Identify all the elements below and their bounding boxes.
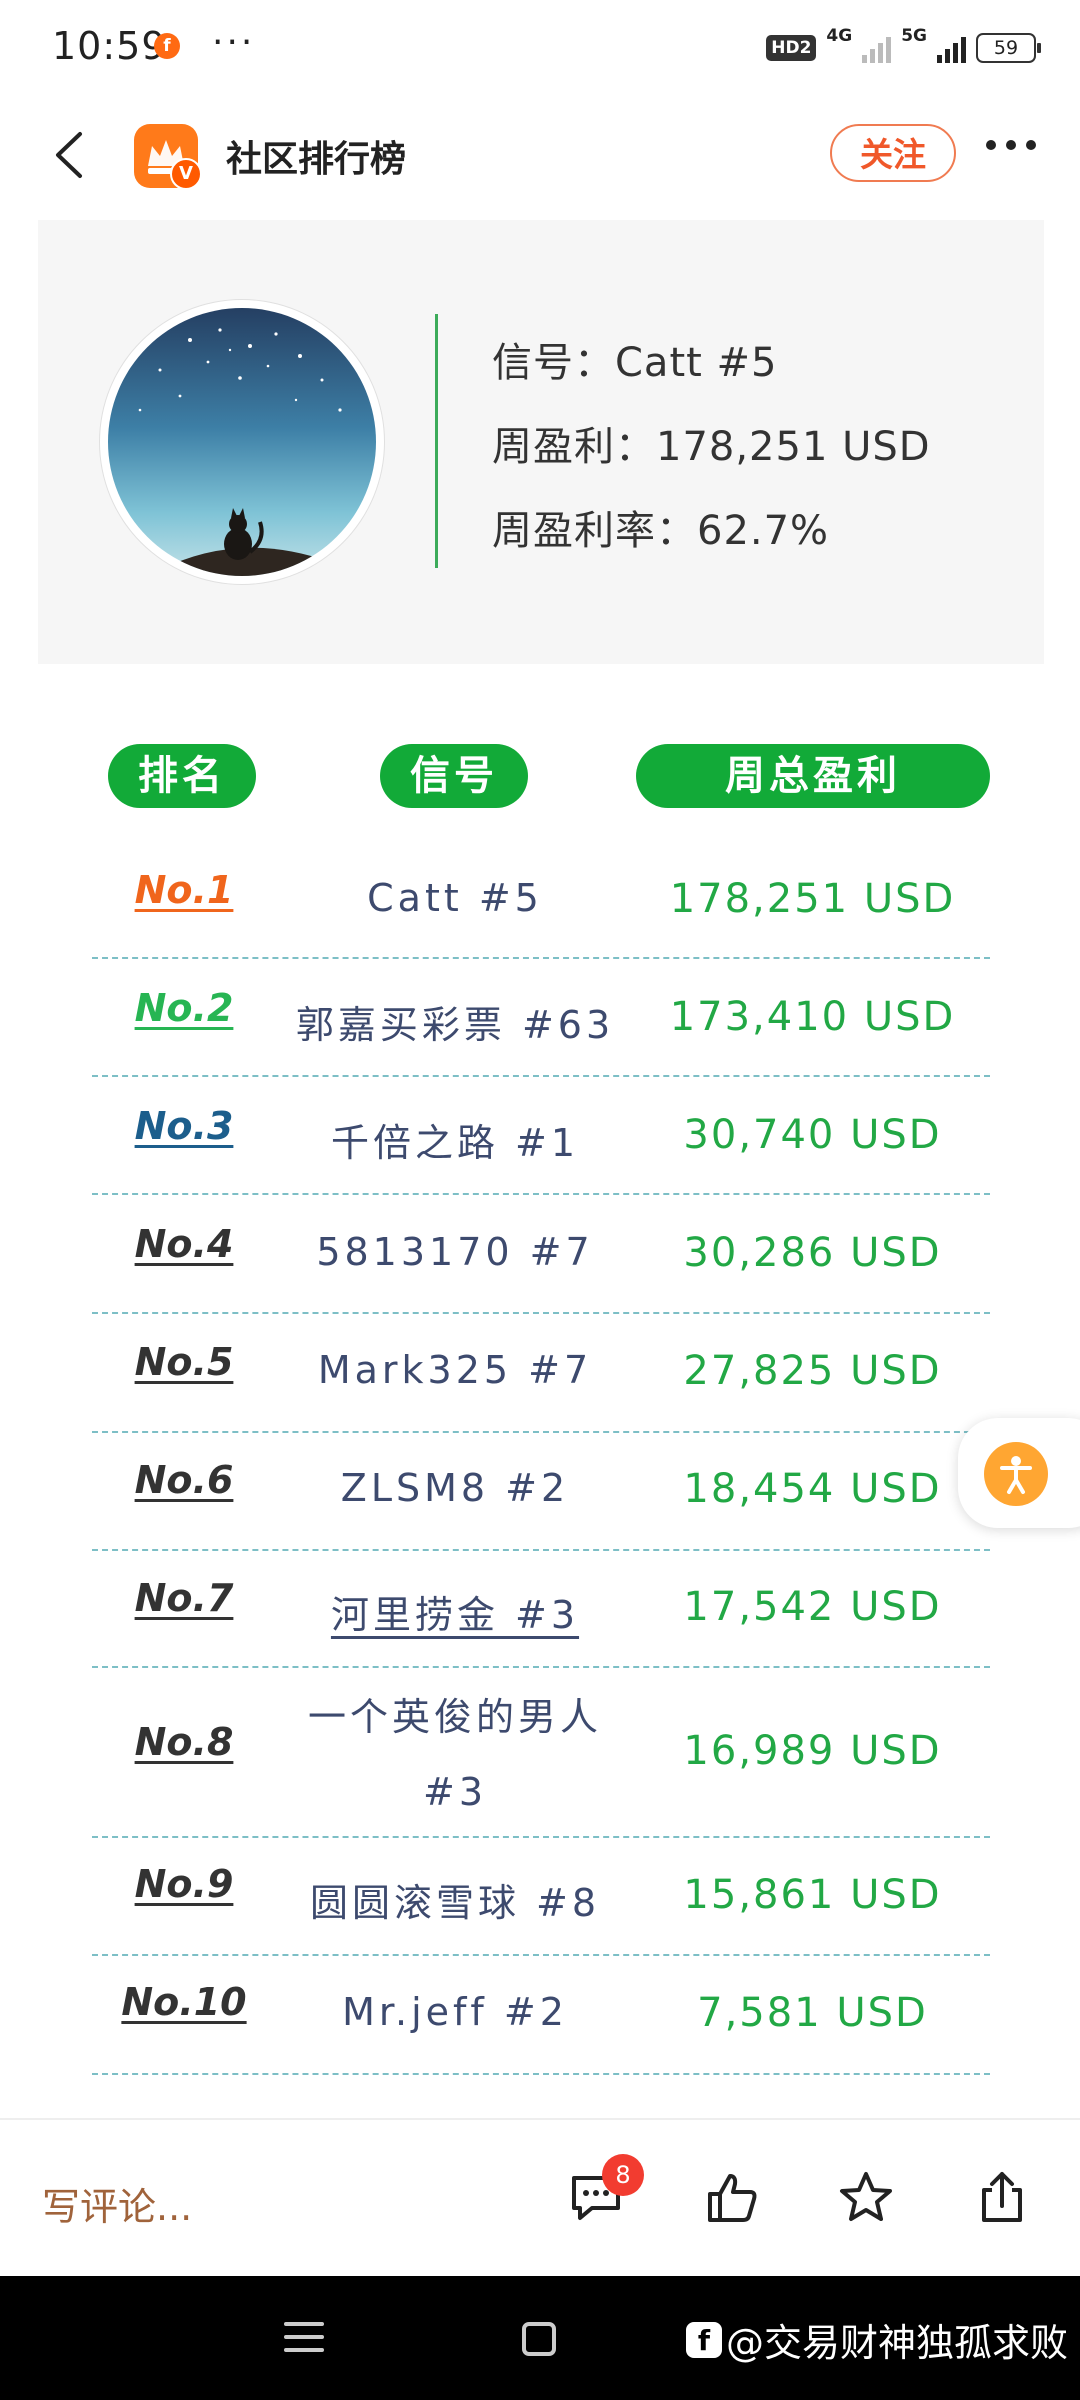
network-5g-label: 5G	[901, 26, 927, 46]
bottom-action-bar: 写评论... 8	[0, 2118, 1080, 2278]
like-thumb-icon[interactable]	[702, 2168, 762, 2228]
signal-name-line: 信号：Catt #5	[492, 340, 778, 386]
signal-name[interactable]: ZLSM8 #2	[270, 1466, 640, 1510]
page-title: 社区排行榜	[226, 139, 407, 180]
status-more-icon: ···	[212, 22, 256, 63]
watermark-logo-icon: f	[686, 2321, 722, 2358]
rank-label: No.9	[134, 1862, 234, 1906]
back-arrow-icon[interactable]	[50, 130, 90, 180]
comment-count-badge: 8	[602, 2154, 644, 2196]
channel-avatar[interactable]: V	[134, 124, 202, 190]
card-divider	[435, 314, 438, 568]
status-bar: 10:59 f ··· HD2 4G 5G 59	[0, 0, 1080, 92]
watermark: f @交易财神独孤求败	[686, 2312, 1068, 2367]
battery-icon: 59	[976, 33, 1041, 63]
network-4g-label: 4G	[826, 26, 853, 46]
system-nav-bar: f @交易财神独孤求败	[0, 2276, 1080, 2400]
home-icon[interactable]	[522, 2322, 556, 2356]
signal-name[interactable]: 圆圆滚雪球 #8	[270, 1872, 640, 1927]
rank-label: No.6	[134, 1458, 234, 1502]
header-rank: 排名	[108, 744, 256, 808]
signal-name[interactable]: Catt #5	[270, 876, 640, 920]
signal-name-line1[interactable]: 一个英俊的男人	[270, 1686, 640, 1741]
header-weekly-profit: 周总盈利	[636, 744, 990, 808]
comment-input[interactable]: 写评论...	[42, 2176, 192, 2231]
signal-name[interactable]: Mr.jeff #2	[270, 1990, 640, 2034]
row-divider	[92, 1666, 990, 1668]
signal-name[interactable]: 郭嘉买彩票 #63	[270, 994, 640, 1049]
row-divider	[92, 1193, 990, 1195]
signal-weak-icon	[862, 33, 892, 63]
rank-label: No.5	[134, 1340, 234, 1384]
row-divider	[92, 1954, 990, 1956]
rank-label: No.4	[134, 1222, 234, 1266]
accessibility-icon	[984, 1442, 1048, 1506]
profit-value: 15,861 USD	[683, 1872, 942, 1918]
accessibility-float-button[interactable]	[958, 1418, 1080, 1528]
status-time: 10:59	[52, 24, 167, 68]
profit-value: 30,740 USD	[683, 1112, 942, 1158]
verified-badge: V	[170, 158, 202, 190]
rank-label: No.2	[134, 986, 234, 1030]
top-signal-card: 信号：Catt #5 周盈利：178,251 USD 周盈利率：62.7%	[38, 220, 1044, 664]
profit-value: 178,251 USD	[669, 876, 956, 922]
row-divider	[92, 2073, 990, 2075]
profit-value: 7,581 USD	[697, 1990, 928, 2036]
follow-button[interactable]: 关注	[830, 124, 956, 182]
profit-value: 30,286 USD	[683, 1230, 942, 1276]
signal-avatar	[100, 300, 384, 584]
status-indicators: HD2 4G 5G 59	[766, 26, 1041, 68]
profit-value: 27,825 USD	[683, 1348, 942, 1394]
share-icon[interactable]	[972, 2168, 1032, 2228]
row-divider	[92, 957, 990, 959]
row-divider	[92, 1549, 990, 1551]
weekly-profit-line: 周盈利：178,251 USD	[492, 424, 931, 470]
rank-label: No.10	[121, 1980, 247, 2024]
rank-label: No.7	[134, 1576, 234, 1620]
hd-badge: HD2	[766, 35, 817, 61]
top-nav-bar: V 社区排行榜 关注	[0, 100, 1080, 210]
header-signal: 信号	[380, 744, 528, 808]
row-divider	[92, 1431, 990, 1433]
row-divider	[92, 1836, 990, 1838]
favorite-star-icon[interactable]	[836, 2168, 896, 2228]
weekly-rate-line: 周盈利率：62.7%	[492, 508, 830, 554]
signal-name[interactable]: Mark325 #7	[270, 1348, 640, 1392]
app-notification-icon: f	[154, 33, 180, 59]
signal-name-line2[interactable]: #3	[270, 1770, 640, 1814]
profit-value: 173,410 USD	[669, 994, 956, 1040]
profit-value: 18,454 USD	[683, 1466, 942, 1512]
profit-value: 17,542 USD	[683, 1584, 942, 1630]
signal-name-link[interactable]: 河里捞金 #3	[270, 1584, 640, 1639]
profit-value: 16,989 USD	[683, 1728, 942, 1774]
recent-apps-icon[interactable]	[284, 2322, 324, 2361]
rank-label: No.1	[134, 868, 234, 912]
more-options-icon[interactable]	[986, 140, 1036, 150]
signal-name[interactable]: 千倍之路 #1	[270, 1112, 640, 1167]
row-divider	[92, 1075, 990, 1077]
rank-label: No.8	[134, 1720, 234, 1764]
signal-name[interactable]: 5813170 #7	[270, 1230, 640, 1274]
row-divider	[92, 1312, 990, 1314]
watermark-text: @交易财神独孤求败	[726, 2321, 1069, 2365]
rank-label: No.3	[134, 1104, 234, 1148]
signal-strong-icon	[937, 33, 966, 63]
